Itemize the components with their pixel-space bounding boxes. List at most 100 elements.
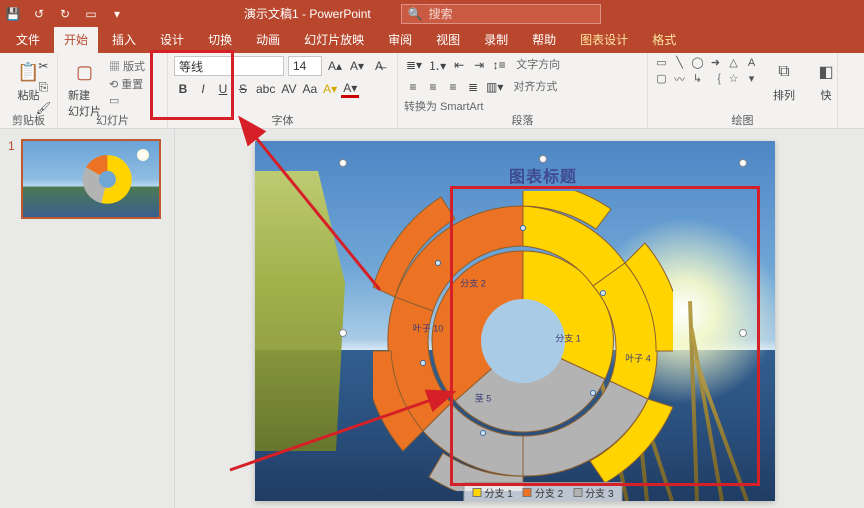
reset-button[interactable]: ⟲ 重置 bbox=[109, 76, 145, 92]
tab-animations[interactable]: 动画 bbox=[246, 27, 290, 53]
quick-styles-button[interactable]: ◧ 快 bbox=[808, 56, 844, 105]
italic-button[interactable]: I bbox=[194, 80, 212, 98]
quick-styles-icon: ◧ bbox=[812, 58, 840, 86]
shrink-font-icon[interactable]: A▾ bbox=[348, 57, 366, 75]
tab-review[interactable]: 审阅 bbox=[378, 27, 422, 53]
tab-record[interactable]: 录制 bbox=[474, 27, 518, 53]
thumb-number: 1 bbox=[8, 139, 15, 219]
sunburst-chart[interactable] bbox=[373, 191, 673, 491]
font-size-combo[interactable]: 14 bbox=[288, 56, 322, 76]
tab-home[interactable]: 开始 bbox=[54, 27, 98, 53]
shapes-gallery[interactable]: ▭ ╲ ◯ ➜ △ A ▢ 〰 ↳ ｛ ☆ ▾ bbox=[654, 56, 760, 105]
group-label-clipboard: 剪贴板 bbox=[0, 111, 57, 128]
tab-insert[interactable]: 插入 bbox=[102, 27, 146, 53]
shape-star-icon[interactable]: ☆ bbox=[726, 72, 741, 85]
underline-button[interactable]: U bbox=[214, 80, 232, 98]
tab-design[interactable]: 设计 bbox=[150, 27, 194, 53]
shape-rrect-icon[interactable]: ▢ bbox=[654, 72, 669, 85]
columns-icon[interactable]: ▥▾ bbox=[484, 78, 505, 96]
legend-item-2[interactable]: 分支 2 bbox=[523, 485, 563, 500]
qat: 💾 ↺ ↻ ▭ ▾ bbox=[6, 7, 124, 21]
group-label-font: 字体 bbox=[168, 111, 397, 128]
shape-arrow-icon[interactable]: ➜ bbox=[708, 56, 723, 69]
qat-more-icon[interactable]: ▾ bbox=[110, 7, 124, 21]
shape-more-icon[interactable]: ▾ bbox=[744, 72, 759, 85]
numbering-icon[interactable]: ⒈▾ bbox=[426, 56, 448, 74]
section-button[interactable]: ▭ bbox=[109, 94, 145, 107]
bold-button[interactable]: B bbox=[174, 80, 192, 98]
strike-button[interactable]: S bbox=[234, 80, 252, 98]
chart-title[interactable]: 图表标题 bbox=[343, 163, 743, 187]
decrease-indent-icon[interactable]: ⇤ bbox=[450, 56, 468, 74]
cut-icon[interactable]: ✂ bbox=[34, 57, 53, 75]
ribbon-tabs: 文件 开始 插入 设计 切换 动画 幻灯片放映 审阅 视图 录制 帮助 图表设计… bbox=[0, 27, 864, 53]
shape-rect-icon[interactable]: ▭ bbox=[654, 56, 669, 69]
redo-icon[interactable]: ↻ bbox=[58, 7, 72, 21]
layout-button[interactable]: ▦ 版式 bbox=[109, 58, 145, 74]
align-left-icon[interactable]: ≡ bbox=[404, 78, 422, 96]
legend-item-1[interactable]: 分支 1 bbox=[472, 485, 512, 500]
shape-text-icon[interactable]: A bbox=[744, 56, 759, 69]
slide-thumbnail-1[interactable]: 1 bbox=[8, 139, 166, 219]
search-input[interactable] bbox=[429, 7, 594, 21]
group-drawing: ▭ ╲ ◯ ➜ △ A ▢ 〰 ↳ ｛ ☆ ▾ ⧉ 排列 ◧ 快 绘图 bbox=[648, 53, 838, 128]
line-spacing-icon[interactable]: ↕≡ bbox=[490, 56, 508, 74]
highlight-color-button[interactable]: A▾ bbox=[321, 80, 339, 98]
chart-object[interactable]: 图表标题 bbox=[343, 163, 743, 501]
search-box[interactable]: 🔍 bbox=[401, 4, 601, 24]
group-font: 等线 14 A▴ A▾ A̶ B I U S abc AV Aa A▾ A▾ 字… bbox=[168, 53, 398, 128]
tab-transitions[interactable]: 切换 bbox=[198, 27, 242, 53]
tab-view[interactable]: 视图 bbox=[426, 27, 470, 53]
grow-font-icon[interactable]: A▴ bbox=[326, 57, 344, 75]
shape-brace-icon[interactable]: ｛ bbox=[708, 72, 723, 85]
tab-file[interactable]: 文件 bbox=[6, 27, 50, 53]
seg-label: 叶子 10 bbox=[413, 322, 444, 335]
tab-chart-design[interactable]: 图表设计 bbox=[570, 27, 638, 53]
font-color-button[interactable]: A▾ bbox=[341, 80, 359, 98]
chart-edit-point[interactable] bbox=[520, 225, 526, 231]
start-from-beginning-icon[interactable]: ▭ bbox=[84, 7, 98, 21]
save-icon[interactable]: 💾 bbox=[6, 7, 20, 21]
workspace: 1 bbox=[0, 129, 864, 508]
align-right-icon[interactable]: ≡ bbox=[444, 78, 462, 96]
bullets-icon[interactable]: ≣▾ bbox=[404, 56, 424, 74]
increase-indent-icon[interactable]: ⇥ bbox=[470, 56, 488, 74]
group-label-paragraph: 段落 bbox=[398, 111, 647, 128]
chart-edit-point[interactable] bbox=[420, 360, 426, 366]
chart-edit-point[interactable] bbox=[600, 290, 606, 296]
shadow-button[interactable]: abc bbox=[254, 80, 277, 98]
align-center-icon[interactable]: ≡ bbox=[424, 78, 442, 96]
clear-format-icon[interactable]: A̶ bbox=[370, 57, 388, 75]
text-direction-button[interactable]: 文字方向 bbox=[516, 56, 560, 74]
shape-line-icon[interactable]: ╲ bbox=[672, 56, 687, 69]
shape-connector-icon[interactable]: ↳ bbox=[690, 72, 705, 85]
title-bar: 💾 ↺ ↻ ▭ ▾ 演示文稿1 - PowerPoint 🔍 bbox=[0, 0, 864, 27]
chart-edit-point[interactable] bbox=[590, 390, 596, 396]
chart-edit-point[interactable] bbox=[435, 260, 441, 266]
thumb-chart-icon bbox=[70, 149, 145, 210]
change-case-button[interactable]: Aa bbox=[300, 80, 319, 98]
shape-curve-icon[interactable]: 〰 bbox=[672, 72, 687, 85]
copy-icon[interactable]: ⎘ bbox=[34, 78, 53, 96]
tab-format[interactable]: 格式 bbox=[642, 27, 686, 53]
tab-slideshow[interactable]: 幻灯片放映 bbox=[294, 27, 374, 53]
chart-edit-point[interactable] bbox=[480, 430, 486, 436]
arrange-button[interactable]: ⧉ 排列 bbox=[766, 56, 802, 105]
shape-tri-icon[interactable]: △ bbox=[726, 56, 741, 69]
selection-handle[interactable] bbox=[539, 155, 547, 163]
document-title: 演示文稿1 - PowerPoint bbox=[244, 5, 371, 22]
legend-item-3[interactable]: 分支 3 bbox=[573, 485, 613, 500]
shape-oval-icon[interactable]: ◯ bbox=[690, 56, 705, 69]
justify-icon[interactable]: ≣ bbox=[464, 78, 482, 96]
font-name-combo[interactable]: 等线 bbox=[174, 56, 284, 76]
seg-label: 分支 2 bbox=[460, 277, 486, 290]
undo-icon[interactable]: ↺ bbox=[32, 7, 46, 21]
align-text-button[interactable]: 对齐方式 bbox=[513, 78, 557, 96]
arrange-icon: ⧉ bbox=[770, 58, 798, 86]
new-slide-icon: ▢ bbox=[71, 58, 99, 86]
tab-help[interactable]: 帮助 bbox=[522, 27, 566, 53]
thumbnail-pane[interactable]: 1 bbox=[0, 129, 175, 508]
chart-legend[interactable]: 分支 1 分支 2 分支 3 bbox=[463, 482, 622, 501]
char-spacing-button[interactable]: AV bbox=[279, 80, 298, 98]
slide-canvas-area[interactable]: 图表标题 bbox=[175, 129, 864, 508]
